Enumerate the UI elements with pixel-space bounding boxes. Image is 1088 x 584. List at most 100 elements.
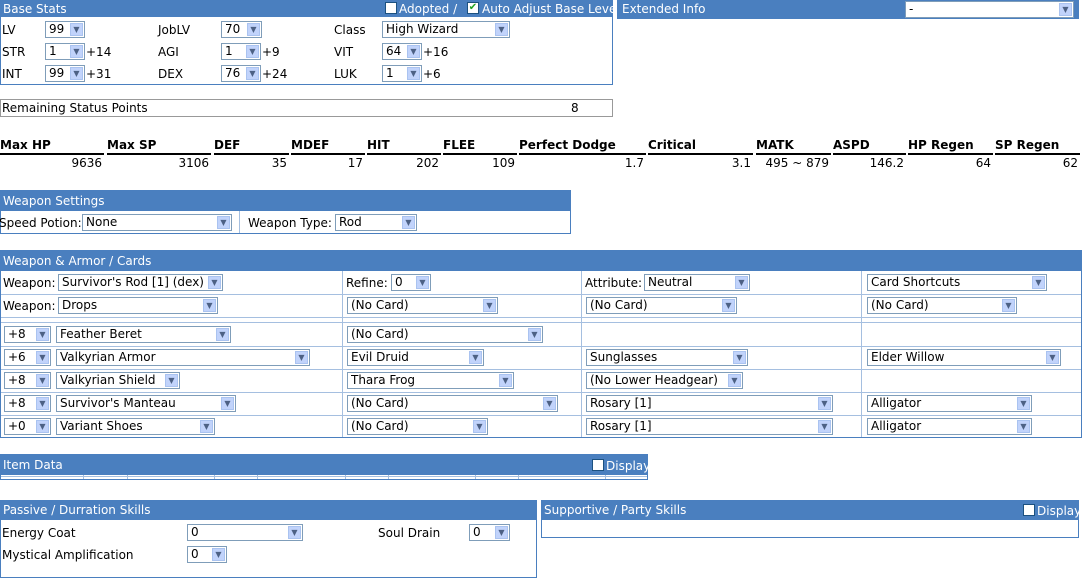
- supportive-display-checkbox[interactable]: [1023, 504, 1035, 516]
- luk-label: LUK: [334, 67, 357, 81]
- joblv-select[interactable]: 70 ▼: [221, 21, 262, 38]
- headgear-refine-select[interactable]: +8 ▼: [4, 326, 51, 343]
- mystical-amplification-select[interactable]: 0 ▼: [187, 546, 227, 563]
- weapon-card-select-1[interactable]: (No Card) ▼: [347, 297, 498, 314]
- stat-value: 202: [416, 156, 439, 170]
- dex-select[interactable]: 76 ▼: [221, 65, 261, 82]
- adopted-checkbox[interactable]: [385, 2, 397, 14]
- shoes-card-select[interactable]: (No Card) ▼: [347, 418, 488, 435]
- divider: [1, 392, 1081, 393]
- stat-sp-regen: SP Regen 62: [995, 137, 1080, 171]
- agi-bonus: +9: [262, 45, 280, 59]
- extended-info-select[interactable]: - ▼: [905, 1, 1074, 18]
- str-select[interactable]: 1 ▼: [45, 43, 85, 60]
- remaining-points-label: Remaining Status Points: [2, 101, 148, 115]
- int-select[interactable]: 99 ▼: [45, 65, 85, 82]
- headgear-card-select[interactable]: (No Card) ▼: [347, 326, 543, 343]
- class-select[interactable]: High Wizard ▼: [382, 21, 510, 38]
- soul-drain-label: Soul Drain: [378, 526, 441, 540]
- weapon-card-select-2[interactable]: (No Card) ▼: [586, 297, 737, 314]
- attribute-label: Attribute:: [585, 276, 643, 290]
- chevron-down-icon: ▼: [1017, 397, 1030, 410]
- energy-coat-select[interactable]: 0 ▼: [187, 524, 303, 541]
- luk-select[interactable]: 1 ▼: [382, 65, 422, 82]
- base-stats-panel: Base Stats Adopted / ✔ Auto Adjust Base …: [0, 0, 620, 85]
- weapon-select[interactable]: Survivor's Rod [1] (dex) ▼: [58, 274, 223, 291]
- divider: [1, 317, 1081, 318]
- chevron-down-icon: ▼: [407, 67, 420, 80]
- stat-value: 64: [975, 156, 991, 170]
- armor-card-select[interactable]: Evil Druid ▼: [347, 349, 484, 366]
- chevron-down-icon: ▼: [288, 526, 301, 539]
- stat-value: 1.7: [624, 156, 644, 170]
- weapon-card-select-3[interactable]: (No Card) ▼: [867, 297, 1017, 314]
- stat-aspd: ASPD 146.2: [833, 137, 906, 171]
- str-label: STR: [2, 45, 26, 59]
- dex-bonus: +24: [262, 67, 288, 81]
- refine-select[interactable]: 0 ▼: [391, 274, 431, 291]
- shield-select[interactable]: Valkyrian Shield ▼: [56, 372, 180, 389]
- speed-potion-select[interactable]: None ▼: [82, 214, 232, 231]
- joblv-label: JobLV: [158, 23, 191, 37]
- garment-card-select[interactable]: (No Card) ▼: [347, 395, 558, 412]
- garment-refine-select[interactable]: +8 ▼: [4, 395, 51, 412]
- chevron-down-icon: ▼: [528, 328, 541, 341]
- chevron-down-icon: ▼: [36, 351, 49, 364]
- lv-select[interactable]: 99 ▼: [45, 21, 85, 38]
- supportive-skills-header: Supportive / Party Skills: [542, 501, 1078, 520]
- garment-select[interactable]: Survivor's Manteau ▼: [56, 395, 236, 412]
- divider: [861, 271, 862, 437]
- chevron-down-icon: ▼: [295, 351, 308, 364]
- attribute-select[interactable]: Neutral ▼: [644, 274, 750, 291]
- accessory2-select[interactable]: Rosary [1] ▼: [586, 418, 833, 435]
- vit-select[interactable]: 64 ▼: [382, 43, 422, 60]
- armor-refine-select[interactable]: +6 ▼: [4, 349, 51, 366]
- soul-drain-select[interactable]: 0 ▼: [469, 524, 510, 541]
- chevron-down-icon: ▼: [495, 23, 508, 36]
- stat-value: 35: [271, 156, 287, 170]
- chevron-down-icon: ▼: [818, 397, 831, 410]
- accessory1-card-select[interactable]: Alligator ▼: [867, 395, 1032, 412]
- divider: [1, 369, 1081, 370]
- shield-refine-select[interactable]: +8 ▼: [4, 372, 51, 389]
- lower-headgear-select[interactable]: (No Lower Headgear) ▼: [586, 372, 743, 389]
- shoes-select[interactable]: Variant Shoes ▼: [56, 418, 215, 435]
- auto-adjust-checkbox[interactable]: ✔: [467, 2, 479, 14]
- stat-value: 17: [347, 156, 363, 170]
- agi-select[interactable]: 1 ▼: [221, 43, 261, 60]
- card-shortcuts-select[interactable]: Card Shortcuts ▼: [867, 274, 1047, 291]
- passive-skills-panel: Passive / Durration Skills Energy Coat 0…: [0, 500, 537, 578]
- chevron-down-icon: ▼: [70, 45, 83, 58]
- chevron-down-icon: ▼: [1032, 276, 1045, 289]
- item-data-header: Item Data: [1, 455, 647, 475]
- accessory1-select[interactable]: Rosary [1] ▼: [586, 395, 833, 412]
- stat-label: Perfect Dodge: [519, 137, 646, 155]
- weapon-type-select[interactable]: Rod ▼: [335, 214, 417, 231]
- divider: [127, 475, 128, 479]
- stat-label: ASPD: [833, 137, 906, 155]
- chevron-down-icon: ▼: [200, 420, 213, 433]
- weapon2-select[interactable]: Drops ▼: [58, 297, 218, 314]
- armor-select[interactable]: Valkyrian Armor ▼: [56, 349, 310, 366]
- shoes-refine-select[interactable]: +0 ▼: [4, 418, 51, 435]
- class-label: Class: [334, 23, 366, 37]
- chevron-down-icon: ▼: [70, 23, 83, 36]
- accessory2-card-select[interactable]: Alligator ▼: [867, 418, 1032, 435]
- middle-headgear-select[interactable]: Sunglasses ▼: [586, 349, 748, 366]
- stat-value: 109: [492, 156, 515, 170]
- item-data-display-checkbox[interactable]: [592, 459, 604, 471]
- chevron-down-icon: ▼: [402, 216, 415, 229]
- remaining-points-value: 8: [571, 101, 579, 115]
- vit-bonus: +16: [423, 45, 449, 59]
- supportive-skills-title: Supportive / Party Skills: [544, 503, 687, 517]
- chevron-down-icon: ▼: [165, 374, 178, 387]
- headgear-select[interactable]: Feather Beret ▼: [56, 326, 231, 343]
- stat-value: 3.1: [731, 156, 751, 170]
- divider: [1, 322, 1081, 323]
- chevron-down-icon: ▼: [1017, 420, 1030, 433]
- chevron-down-icon: ▼: [70, 67, 83, 80]
- chevron-down-icon: ▼: [735, 276, 748, 289]
- shield-card-select[interactable]: Thara Frog ▼: [347, 372, 514, 389]
- chevron-down-icon: ▼: [495, 526, 508, 539]
- middle-headgear-card-select[interactable]: Elder Willow ▼: [867, 349, 1061, 366]
